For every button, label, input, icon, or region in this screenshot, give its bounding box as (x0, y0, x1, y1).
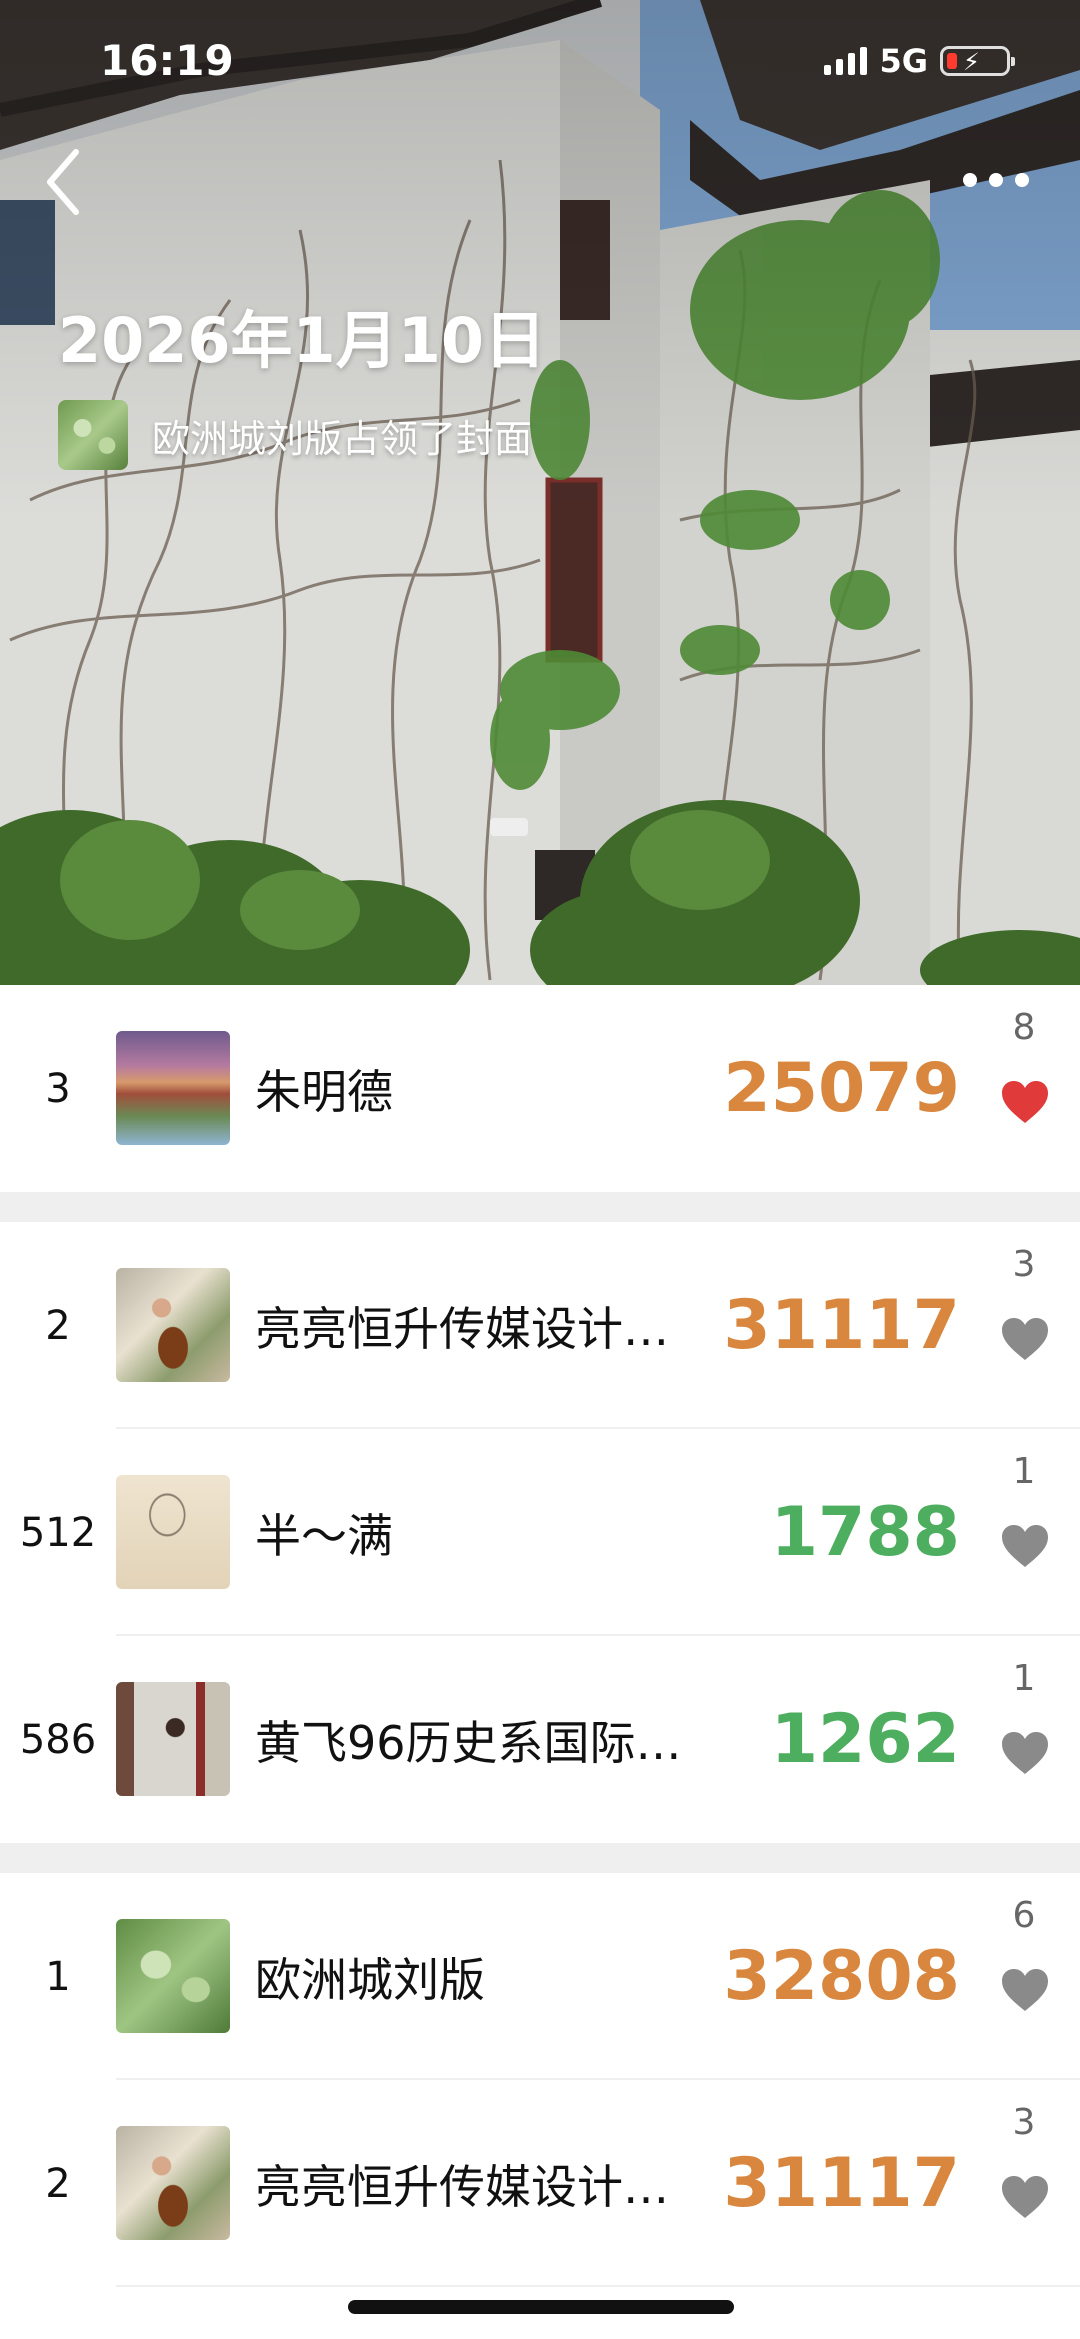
heart-icon[interactable] (1000, 1523, 1050, 1569)
screen: 16:19 5G ⚡ 2026年1月10日 欧洲城刘版占领了封面 3 朱明德 2… (0, 0, 1080, 2339)
user-name: 半～满 (255, 1508, 393, 1563)
battery-icon: ⚡ (940, 46, 1015, 76)
heart-icon[interactable] (1000, 2174, 1050, 2220)
like-count: 3 (1012, 1244, 1036, 1285)
cover-image[interactable]: 16:19 5G ⚡ 2026年1月10日 欧洲城刘版占领了封面 (0, 0, 1080, 985)
signal-icon (824, 47, 868, 75)
like-count: 3 (1012, 2102, 1036, 2143)
like-count: 6 (1012, 1895, 1036, 1936)
avatar[interactable] (116, 1475, 230, 1589)
rank-number: 3 (45, 1065, 71, 1112)
step-count: 25079 (723, 1049, 960, 1128)
my-rank-section: 3 朱明德 25079 8 (0, 985, 1080, 1192)
user-name: 欧洲城刘版 (255, 1952, 485, 2007)
heart-icon[interactable] (1000, 1316, 1050, 1362)
status-indicators: 5G ⚡ (824, 42, 1015, 80)
avatar[interactable] (116, 1031, 230, 1145)
friends-nearby-section: 2 亮亮恒升传媒设计… 31117 3 512 半～满 1788 1 586 黄… (0, 1222, 1080, 1843)
avatar[interactable] (58, 400, 128, 470)
rank-number: 2 (45, 1302, 71, 1349)
rank-number: 586 (19, 1716, 97, 1763)
cover-owner[interactable]: 欧洲城刘版占领了封面 (58, 400, 532, 470)
status-bar: 16:19 5G ⚡ (0, 0, 1080, 120)
list-item[interactable]: 512 半～满 1788 1 (0, 1429, 1080, 1636)
more-dots-icon (963, 173, 1029, 187)
like-count: 1 (1012, 1658, 1036, 1699)
home-indicator[interactable] (348, 2300, 734, 2314)
heart-icon[interactable] (1000, 1967, 1050, 2013)
user-name: 亮亮恒升传媒设计… (255, 2159, 669, 2214)
heart-icon[interactable] (1000, 1079, 1050, 1125)
user-name: 朱明德 (255, 1064, 393, 1119)
avatar[interactable] (116, 1919, 230, 2033)
rank-number: 2 (45, 2160, 71, 2207)
chevron-left-icon (47, 149, 79, 215)
step-count: 31117 (723, 2144, 960, 2223)
list-item[interactable]: 3 朱明德 25079 8 (0, 985, 1080, 1192)
list-item[interactable]: 1 欧洲城刘版 32808 6 (0, 1873, 1080, 2080)
back-button[interactable] (40, 142, 90, 222)
cover-photo (0, 0, 1080, 985)
leaderboard-section: 1 欧洲城刘版 32808 6 2 亮亮恒升传媒设计… 31117 3 (0, 1873, 1080, 2287)
row-separator (116, 2285, 1080, 2287)
section-divider (0, 1843, 1080, 1873)
step-count: 31117 (723, 1286, 960, 1365)
section-divider (0, 1192, 1080, 1222)
like-count: 1 (1012, 1451, 1036, 1492)
rank-number: 512 (19, 1509, 97, 1556)
step-count: 1262 (770, 1700, 960, 1779)
network-label: 5G (879, 42, 928, 80)
avatar[interactable] (116, 2126, 230, 2240)
avatar[interactable] (116, 1268, 230, 1382)
list-item[interactable]: 586 黄飞96历史系国际… 1262 1 (0, 1636, 1080, 1843)
user-name: 黄飞96历史系国际… (255, 1715, 682, 1770)
status-time: 16:19 (100, 36, 234, 85)
step-count: 32808 (723, 1937, 960, 2016)
more-button[interactable] (956, 150, 1036, 210)
cover-date: 2026年1月10日 (58, 304, 546, 377)
user-name: 亮亮恒升传媒设计… (255, 1301, 669, 1356)
list-item[interactable]: 2 亮亮恒升传媒设计… 31117 3 (0, 2080, 1080, 2287)
heart-icon[interactable] (1000, 1730, 1050, 1776)
step-count: 1788 (770, 1493, 960, 1572)
cover-owner-text: 欧洲城刘版占领了封面 (152, 416, 533, 461)
like-count: 8 (1012, 1007, 1036, 1048)
list-item[interactable]: 2 亮亮恒升传媒设计… 31117 3 (0, 1222, 1080, 1429)
charging-bolt-icon: ⚡ (963, 48, 980, 76)
rank-number: 1 (45, 1953, 71, 2000)
avatar[interactable] (116, 1682, 230, 1796)
